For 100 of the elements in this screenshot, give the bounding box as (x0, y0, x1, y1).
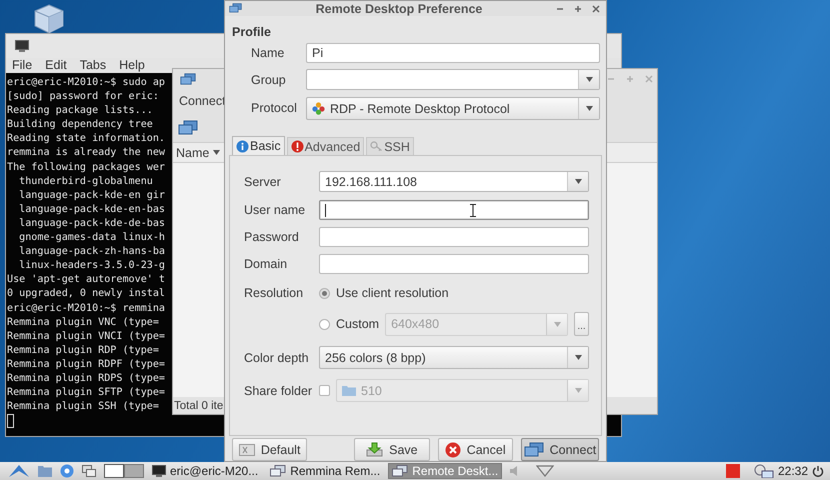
terminal-line: thunderbird-globalmenu (18, 174, 153, 189)
remote-desktop-icon (270, 465, 286, 477)
server-combobox[interactable]: 192.168.111.108 (319, 171, 589, 192)
menu-icon[interactable] (8, 464, 30, 478)
group-combobox[interactable] (306, 69, 600, 90)
field-label: Server (244, 174, 282, 190)
color-depth-dropdown[interactable]: 256 colors (8 bpp) (319, 346, 589, 369)
terminal-line: eric@eric-M2010:~$ sudo ap (7, 76, 166, 90)
name-field[interactable]: Pi (306, 43, 600, 63)
menu-item[interactable]: Connect (179, 94, 226, 108)
terminal-line: Reading state information. (7, 132, 166, 146)
terminal-line: Remmina plugin VNCI (type= (7, 330, 166, 344)
terminal-line: The following packages wer (7, 160, 166, 175)
text-caret (325, 204, 326, 216)
flower-icon (312, 102, 325, 115)
terminal-line: [sudo] password for eric: (7, 90, 159, 104)
dialog-button[interactable]: Save (354, 438, 430, 461)
cancel-icon (444, 442, 461, 458)
monitors-icon (178, 120, 198, 136)
taskbar-button[interactable]: Remmina Rem... (266, 463, 384, 479)
menu-item[interactable]: Help (119, 58, 145, 74)
desktop-switcher-icon[interactable] (104, 464, 144, 478)
power-icon[interactable] (812, 465, 824, 477)
menu-item[interactable]: Edit (45, 58, 67, 74)
terminal-line: Use 'apt-get autoremove' t (7, 273, 166, 288)
dialog-button[interactable]: Cancel (438, 438, 513, 461)
protocol-dropdown[interactable]: RDP - Remote Desktop Protocol (306, 97, 600, 120)
terminal-line: Remmina plugin RDPS (type= (7, 372, 166, 386)
field-label: Resolution (244, 285, 304, 302)
input-field[interactable] (319, 227, 589, 247)
terminal-line: Remmina plugin SFTP (type= (7, 386, 166, 400)
input-field[interactable] (319, 200, 589, 220)
caret-icon (574, 388, 582, 393)
checkbox[interactable] (319, 385, 330, 396)
close-icon[interactable] (592, 4, 600, 12)
column-header[interactable]: Name (176, 146, 210, 160)
field-label: Password (244, 229, 300, 246)
menu-item[interactable]: Tabs (80, 58, 106, 74)
field-label: Group (250, 72, 287, 86)
caret-icon (574, 179, 582, 184)
field-label: Domain (244, 256, 288, 273)
terminal-line: Remmina plugin VNC (type= (7, 316, 159, 330)
radio-button[interactable] (319, 318, 330, 330)
status-text: Total 0 ite (174, 400, 224, 412)
reset-icon (238, 444, 255, 456)
windows-icon[interactable] (82, 465, 96, 477)
terminal-line: Remmina plugin RDPF (type= (7, 358, 166, 372)
caret-icon (586, 106, 592, 111)
terminal-line: language-pack-kde-en-bas (18, 202, 166, 217)
tab[interactable]: SSH (366, 137, 414, 155)
network-icon[interactable] (754, 464, 774, 478)
radio-button[interactable] (319, 288, 330, 298)
monitors-icon (524, 442, 544, 458)
dialog-button[interactable]: Connect (520, 438, 599, 461)
field-label: Share folder (244, 382, 314, 400)
warning-icon (290, 140, 304, 153)
tab[interactable]: Basic (232, 136, 285, 155)
terminal-line: remmina is already the new (7, 146, 166, 160)
caret-icon (554, 322, 560, 326)
window-title: Remote Desktop Preference (314, 2, 484, 16)
more-button[interactable]: ... (574, 312, 589, 336)
save-icon (366, 442, 384, 457)
remote-desktop-icon (392, 465, 408, 477)
radio-label[interactable]: Custom (336, 317, 380, 331)
dialog-button[interactable]: Default (232, 438, 308, 461)
cube-icon[interactable] (33, 4, 65, 34)
terminal-line: gnome-games-data linux-h (18, 231, 166, 246)
terminal-line: language-pack-kde-en gir (18, 188, 166, 203)
field-label: Color depth (244, 350, 310, 367)
terminal-icon (15, 40, 29, 52)
field-label: Name (250, 46, 286, 60)
terminal-line: Building dependency tree (7, 118, 153, 132)
terminal-line: Remmina plugin SSH (type= (7, 400, 159, 414)
browser-icon[interactable] (60, 464, 74, 478)
clock[interactable]: 22:32 (778, 464, 808, 478)
folder-icon[interactable] (38, 465, 52, 477)
maximize-icon[interactable] (574, 4, 582, 12)
wifi-icon[interactable] (536, 465, 554, 477)
caret-icon (574, 355, 582, 360)
text-cursor-icon (470, 204, 476, 217)
terminal-line: language-pack-zh-hans-ba (18, 245, 166, 260)
info-icon (236, 140, 249, 152)
section-title: Profile (232, 25, 272, 39)
radio-label[interactable]: Use client resolution (336, 286, 449, 300)
terminal-line: linux-headers-3.5.0-23-g (18, 259, 166, 274)
field-label: User name (244, 202, 306, 219)
menu-item[interactable]: File (12, 58, 32, 74)
caret-icon (586, 77, 592, 82)
terminal-line: Reading package lists... (7, 104, 153, 118)
field-label: Protocol (250, 101, 298, 115)
key-icon (370, 140, 384, 153)
taskbar-button[interactable]: eric@eric-M20... (148, 463, 262, 479)
folder-icon (342, 385, 356, 396)
terminal-line: eric@eric-M2010:~$ remmina (7, 302, 166, 316)
tab[interactable]: Advanced (286, 137, 364, 155)
caret-icon (213, 150, 220, 155)
input-field[interactable] (319, 254, 589, 274)
monitors-icon (229, 3, 242, 14)
terminal-line: 0 upgraded, 0 newly instal (7, 287, 166, 302)
terminal-icon (152, 465, 166, 477)
